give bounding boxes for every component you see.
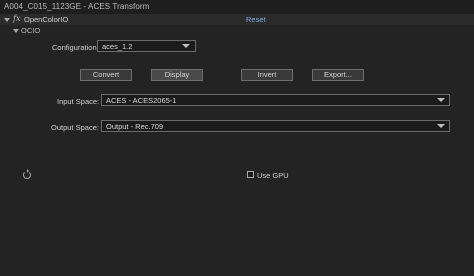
use-gpu-checkbox[interactable]: [247, 171, 254, 178]
chevron-down-icon: [437, 124, 445, 128]
chevron-down-icon: [437, 98, 445, 102]
effect-header-row[interactable]: fx OpenColorIO Reset: [0, 14, 474, 25]
convert-button[interactable]: Convert: [80, 69, 132, 81]
panel-title: A004_C015_1123GE - ACES Transform: [4, 2, 150, 11]
chevron-down-icon[interactable]: [4, 18, 10, 22]
reset-parameter-icon[interactable]: [23, 169, 31, 179]
panel-title-bar: A004_C015_1123GE - ACES Transform: [0, 0, 474, 14]
configuration-label: Configuration:: [52, 43, 99, 52]
configuration-value: aces_1.2: [102, 42, 133, 51]
display-button[interactable]: Display: [151, 69, 203, 81]
chevron-down-icon: [182, 44, 190, 48]
input-space-dropdown[interactable]: ACES - ACES2065-1: [101, 94, 450, 106]
export-button[interactable]: Export...: [312, 69, 364, 81]
output-space-value: Output - Rec.709: [106, 122, 164, 131]
use-gpu-label: Use GPU: [257, 171, 289, 180]
ocio-chevron-down-icon[interactable]: [13, 29, 19, 33]
output-space-label: Output Space:: [51, 123, 99, 132]
input-space-value: ACES - ACES2065-1: [106, 96, 177, 105]
reset-button[interactable]: Reset: [246, 15, 266, 24]
output-space-dropdown[interactable]: Output - Rec.709: [101, 120, 450, 132]
configuration-dropdown[interactable]: aces_1.2: [97, 40, 196, 52]
ocio-group-label: OCIO: [21, 26, 41, 35]
input-space-label: Input Space:: [57, 97, 100, 106]
fx-icon[interactable]: fx: [13, 14, 20, 23]
effect-name: OpenColorIO: [24, 15, 69, 24]
invert-button[interactable]: Invert: [241, 69, 293, 81]
